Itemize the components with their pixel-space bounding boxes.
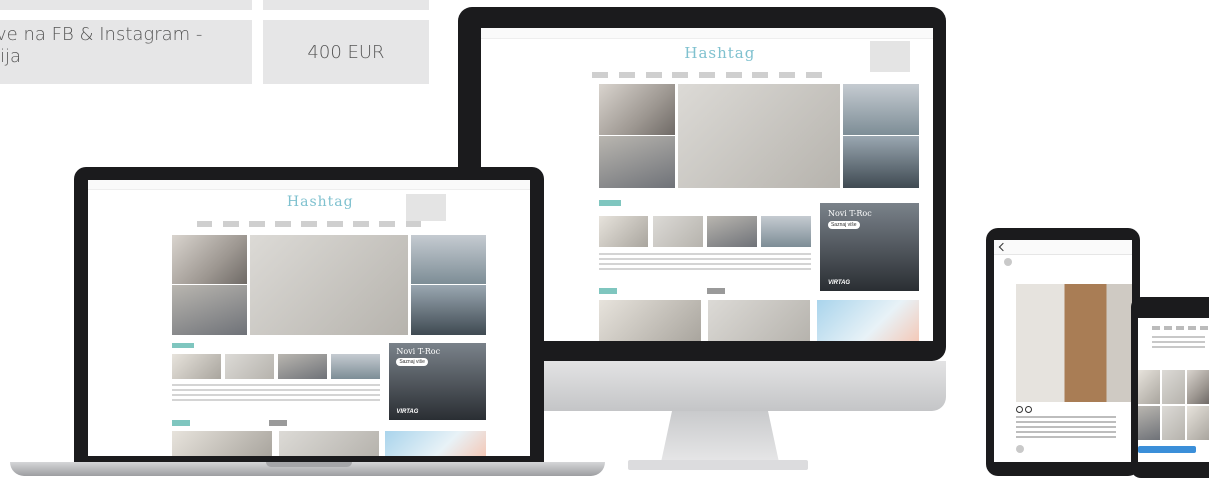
avatar[interactable]	[1016, 445, 1024, 453]
article-thumb[interactable]	[706, 215, 757, 248]
laptop-notch	[266, 462, 352, 467]
hero-image[interactable]	[842, 84, 920, 136]
hero-image[interactable]	[250, 235, 408, 335]
site-header-ad	[869, 40, 911, 72]
hero-image[interactable]	[678, 84, 840, 188]
grid-photo[interactable]	[1186, 406, 1209, 440]
section-tag	[598, 287, 617, 295]
hero-image[interactable]	[410, 235, 486, 285]
site-logo[interactable]: Hashtag	[684, 44, 755, 62]
article-thumb[interactable]	[652, 215, 703, 248]
follow-button[interactable]	[1138, 446, 1196, 453]
table-row-label-line2: ija	[0, 46, 22, 67]
site-topbar	[481, 28, 933, 40]
profile-text	[1152, 336, 1205, 348]
laptop-screen: Hashtag Novi T-Roc Saznaj više VIRTAG	[88, 180, 530, 456]
site-topbar	[88, 180, 530, 190]
article-text-lines	[171, 384, 380, 401]
post-caption	[1016, 416, 1116, 438]
hero-image[interactable]	[842, 136, 920, 188]
hero-image[interactable]	[171, 235, 247, 285]
section-tag	[171, 420, 190, 426]
section-tag	[598, 200, 622, 207]
post-image[interactable]	[1016, 284, 1132, 402]
imac-stand-base	[628, 460, 808, 470]
site-hero-grid	[598, 84, 920, 188]
app-header	[994, 240, 1132, 255]
banner-button[interactable]: Saznaj više	[827, 220, 860, 229]
car-banner[interactable]: Novi T-Roc Saznaj više VIRTAG	[820, 203, 920, 291]
article-thumb[interactable]	[598, 215, 649, 248]
article-thumb[interactable]	[761, 215, 811, 248]
grid-photo[interactable]	[1138, 406, 1161, 440]
site-logo[interactable]: Hashtag	[287, 194, 354, 210]
tablet-screen	[994, 240, 1132, 462]
site-nav[interactable]	[88, 221, 530, 227]
section-tag	[269, 420, 287, 426]
banner-title: Novi T-Roc	[827, 208, 872, 218]
article-thumb[interactable]	[598, 300, 702, 341]
banner-title: Novi T-Roc	[396, 347, 441, 357]
table-row-label: ve na FB & Instagram - ija	[0, 20, 252, 84]
heart-icon[interactable]	[1016, 406, 1023, 413]
article-thumb[interactable]	[277, 353, 327, 379]
site-hero-grid	[171, 235, 486, 335]
table-row-label-line1: ve na FB & Instagram -	[0, 24, 203, 45]
imac-stand	[660, 411, 780, 467]
section-tag	[171, 342, 195, 349]
phone-nav[interactable]	[1152, 326, 1209, 330]
article-text-lines	[598, 253, 811, 273]
bottom-articles	[598, 300, 920, 341]
grid-photo[interactable]	[1138, 370, 1161, 404]
car-banner[interactable]: Novi T-Roc Saznaj više VIRTAG	[388, 342, 486, 421]
grid-photo[interactable]	[1162, 370, 1185, 404]
article-thumbs	[598, 215, 811, 248]
site-nav[interactable]	[481, 71, 933, 79]
ad-banner[interactable]	[385, 431, 486, 456]
banner-brand: VIRTAG	[396, 409, 419, 416]
profile-grid	[1138, 370, 1209, 440]
article-thumb[interactable]	[224, 353, 274, 379]
table-row-price: 400 EUR	[263, 20, 429, 84]
article-thumb[interactable]	[330, 353, 380, 379]
section-tag	[707, 287, 726, 295]
hero-image[interactable]	[171, 285, 247, 335]
banner-button[interactable]: Saznaj više	[396, 358, 428, 367]
grid-photo[interactable]	[1186, 370, 1209, 404]
table-cell-top-right	[263, 0, 429, 10]
imac-screen: Hashtag Novi T-Roc Saznaj više VIRTAG	[481, 28, 933, 341]
hero-image[interactable]	[410, 285, 486, 335]
hero-image[interactable]	[598, 84, 676, 136]
article-thumb[interactable]	[278, 431, 380, 456]
article-thumb[interactable]	[171, 431, 273, 456]
avatar[interactable]	[1004, 258, 1012, 266]
table-cell-top-left	[0, 0, 252, 10]
site-header-ad	[406, 193, 446, 222]
article-thumb[interactable]	[171, 353, 221, 379]
article-thumbs	[171, 353, 380, 379]
bottom-articles	[171, 431, 486, 456]
ad-banner[interactable]	[816, 300, 920, 341]
comment-icon[interactable]	[1025, 406, 1032, 413]
grid-photo[interactable]	[1162, 406, 1185, 440]
phone-screen	[1138, 318, 1209, 462]
banner-brand: VIRTAG	[827, 279, 851, 286]
article-thumb[interactable]	[707, 300, 811, 341]
hero-image[interactable]	[598, 136, 676, 188]
